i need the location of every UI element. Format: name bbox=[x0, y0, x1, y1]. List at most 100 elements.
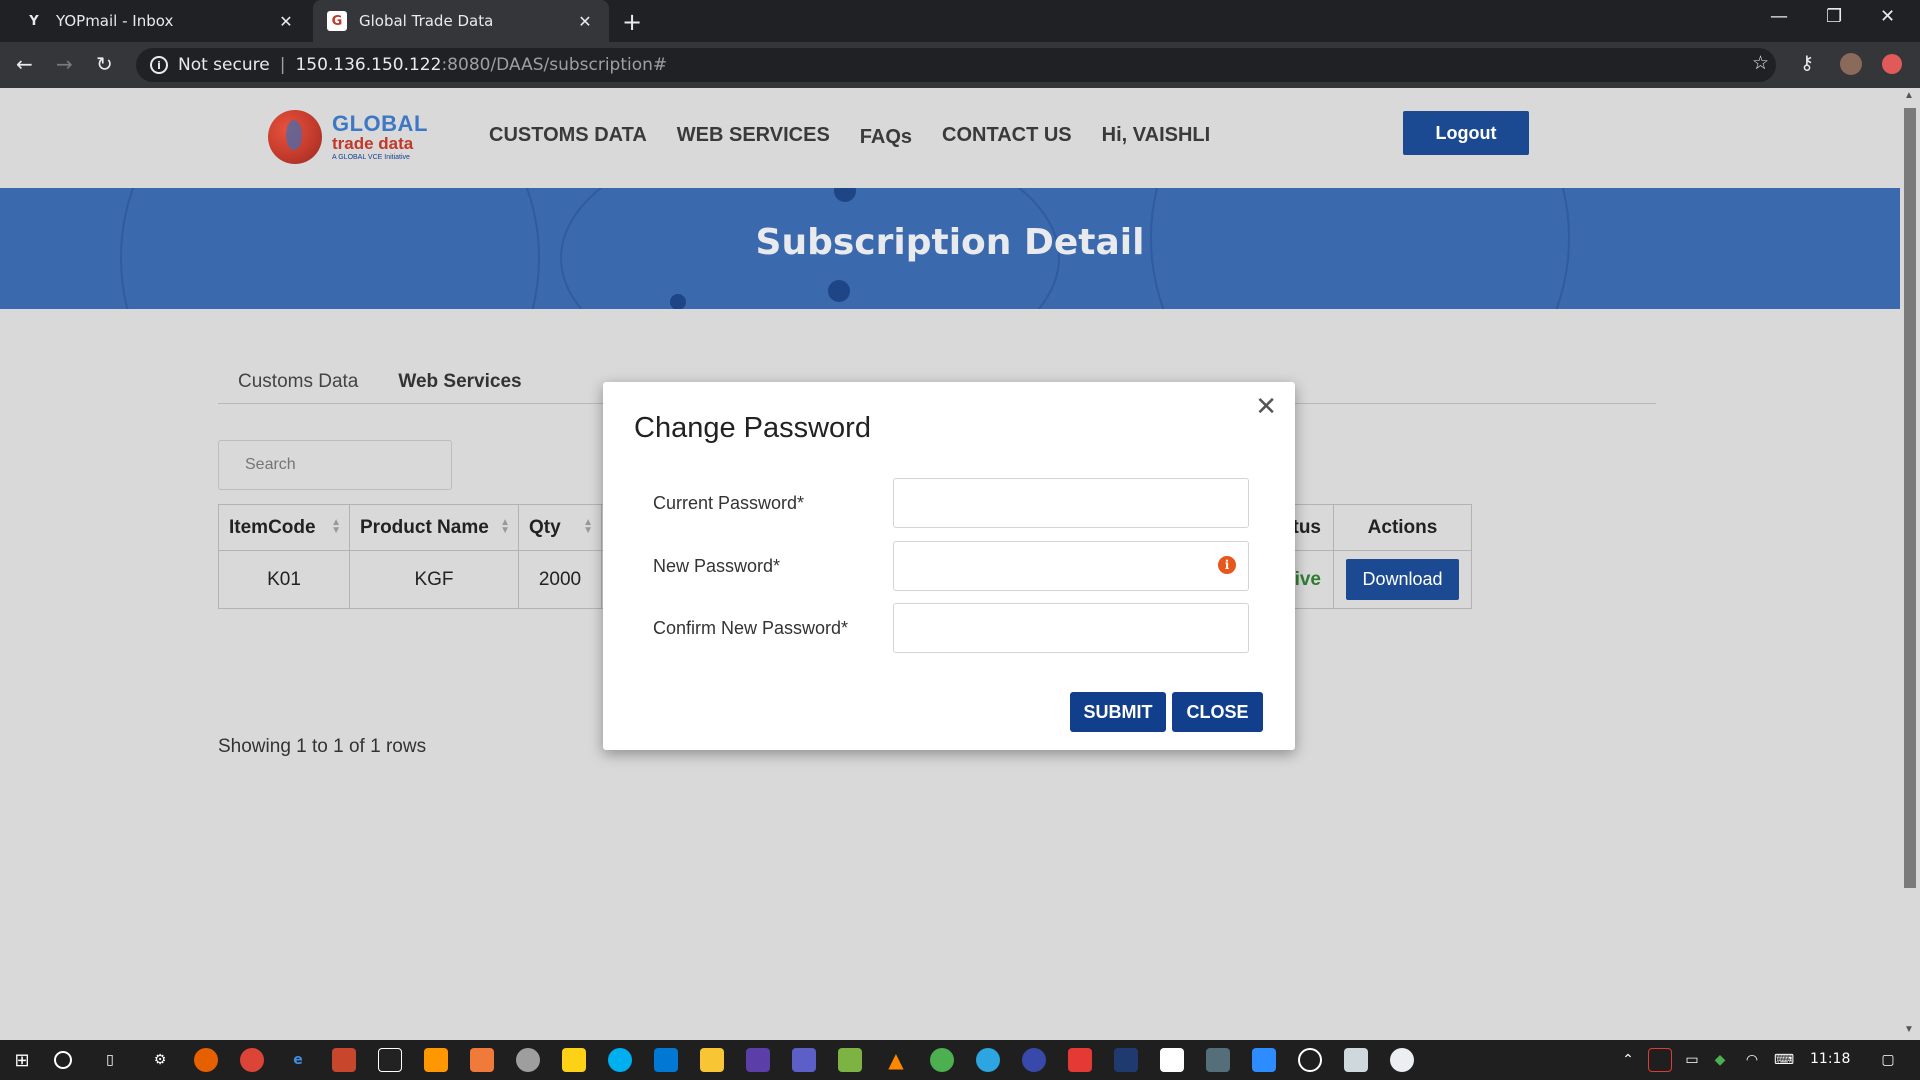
current-password-field[interactable] bbox=[893, 478, 1249, 528]
file-explorer-icon[interactable] bbox=[700, 1048, 724, 1072]
browser-tab-yopmail[interactable]: Y YOPmail - Inbox ✕ bbox=[10, 0, 310, 42]
search-input[interactable] bbox=[218, 440, 452, 490]
download-button[interactable]: Download bbox=[1346, 559, 1459, 600]
logo-line2: trade data bbox=[332, 134, 414, 153]
shield-icon[interactable]: ◆ bbox=[1708, 1048, 1732, 1072]
scroll-up-icon[interactable]: ▲ bbox=[1904, 90, 1914, 101]
window-close-icon[interactable]: ✕ bbox=[1880, 6, 1895, 27]
header-label: Actions bbox=[1367, 516, 1438, 538]
info-warning-icon[interactable]: i bbox=[1218, 556, 1236, 574]
current-password-label: Current Password* bbox=[653, 492, 805, 513]
vlc-icon[interactable]: ▲ bbox=[884, 1048, 908, 1072]
new-password-field[interactable]: i bbox=[893, 541, 1249, 591]
close-tab-icon[interactable]: ✕ bbox=[575, 12, 595, 31]
url-bar[interactable]: i Not secure | 150.136.150.122 :8080/DAA… bbox=[136, 48, 1776, 82]
minimize-icon[interactable]: — bbox=[1770, 6, 1788, 27]
close-tab-icon[interactable]: ✕ bbox=[276, 12, 296, 31]
page-scrollbar[interactable]: ▲ ▼ bbox=[1900, 88, 1920, 1040]
yopmail-favicon-icon: Y bbox=[29, 13, 39, 29]
scroll-down-icon[interactable]: ▼ bbox=[1904, 1024, 1914, 1035]
logout-button[interactable]: Logout bbox=[1403, 111, 1529, 155]
keyboard-icon[interactable]: ⌨ bbox=[1772, 1048, 1796, 1072]
spreadsheet-icon[interactable] bbox=[838, 1048, 862, 1072]
cell-itemcode: K01 bbox=[218, 550, 350, 609]
app-icon[interactable] bbox=[1344, 1048, 1368, 1072]
app-icon[interactable] bbox=[378, 1048, 402, 1072]
outlook-icon[interactable] bbox=[654, 1048, 678, 1072]
windows-start-icon[interactable]: ⊞ bbox=[10, 1048, 34, 1072]
tab-customs-data[interactable]: Customs Data bbox=[218, 360, 378, 403]
logo-line3: A GLOBAL VCE Initiative bbox=[332, 154, 410, 161]
browser-tab-global-trade[interactable]: G Global Trade Data ✕ bbox=[313, 0, 609, 42]
forward-icon[interactable]: → bbox=[56, 52, 73, 76]
notifications-icon[interactable]: ▢ bbox=[1876, 1048, 1900, 1072]
app-icon[interactable] bbox=[1298, 1048, 1322, 1072]
app-icon[interactable] bbox=[332, 1048, 356, 1072]
modal-close-icon[interactable]: ✕ bbox=[1255, 392, 1277, 422]
app-icon[interactable] bbox=[1114, 1048, 1138, 1072]
header-itemcode[interactable]: ItemCode ▲ ▼ bbox=[218, 504, 350, 551]
sort-icon: ▲ ▼ bbox=[331, 517, 341, 536]
confirm-password-label: Confirm New Password* bbox=[653, 617, 849, 638]
sublime-icon[interactable] bbox=[424, 1048, 448, 1072]
header-actions: Actions bbox=[1333, 504, 1472, 551]
info-icon[interactable]: i bbox=[150, 56, 168, 74]
decor-dot bbox=[670, 294, 686, 309]
cortana-search-icon[interactable] bbox=[54, 1051, 72, 1069]
app-icon[interactable] bbox=[1022, 1048, 1046, 1072]
tab-web-services[interactable]: Web Services bbox=[378, 360, 541, 403]
submit-button[interactable]: SUBMIT bbox=[1070, 692, 1166, 732]
task-view-icon[interactable]: ▯ bbox=[98, 1048, 122, 1072]
tray-chevron-icon[interactable]: ⌃ bbox=[1616, 1048, 1640, 1072]
battery-icon[interactable]: ▭ bbox=[1680, 1048, 1704, 1072]
user-greeting[interactable]: Hi, VAISHLI bbox=[1102, 124, 1211, 149]
app-icon[interactable] bbox=[516, 1048, 540, 1072]
edge-icon[interactable]: e bbox=[286, 1048, 310, 1072]
divider: | bbox=[279, 55, 286, 75]
new-password-label: New Password* bbox=[653, 555, 781, 576]
app-icon[interactable] bbox=[1068, 1048, 1092, 1072]
header-product-name[interactable]: Product Name ▲ ▼ bbox=[349, 504, 519, 551]
header-qty[interactable]: Qty ▲ ▼ bbox=[518, 504, 602, 551]
nav-contact-us[interactable]: CONTACT US bbox=[942, 124, 1072, 149]
nav-customs-data[interactable]: CUSTOMS DATA bbox=[489, 124, 647, 149]
page-title: Subscription Detail bbox=[755, 222, 1145, 263]
globaltrade-favicon-icon: G bbox=[327, 11, 347, 31]
app-icon[interactable] bbox=[1206, 1048, 1230, 1072]
site-logo[interactable]: GLOBAL trade data A GLOBAL VCE Initiativ… bbox=[268, 110, 428, 164]
zoom-icon[interactable] bbox=[1252, 1048, 1276, 1072]
confirm-password-field[interactable] bbox=[893, 603, 1249, 653]
main-nav: CUSTOMS DATA WEB SERVICES FAQs CONTACT U… bbox=[489, 124, 1240, 149]
teams-icon[interactable] bbox=[792, 1048, 816, 1072]
skype-icon[interactable] bbox=[608, 1048, 632, 1072]
back-icon[interactable]: ← bbox=[16, 52, 33, 76]
cell-qty: 2000 bbox=[518, 550, 602, 609]
nav-faqs[interactable]: FAQs bbox=[860, 126, 912, 149]
telegram-icon[interactable] bbox=[976, 1048, 1000, 1072]
wifi-icon[interactable]: ◠ bbox=[1740, 1048, 1764, 1072]
change-password-modal: ✕ Change Password Current Password* New … bbox=[603, 382, 1295, 750]
key-icon[interactable]: ⚷ bbox=[1800, 52, 1814, 74]
reload-icon[interactable]: ↻ bbox=[96, 52, 113, 76]
nav-web-services[interactable]: WEB SERVICES bbox=[677, 124, 830, 149]
app-icon[interactable] bbox=[470, 1048, 494, 1072]
firefox-icon[interactable] bbox=[194, 1048, 218, 1072]
app-icon[interactable] bbox=[1160, 1048, 1184, 1072]
app-icon[interactable] bbox=[1390, 1048, 1414, 1072]
settings-gear-icon[interactable]: ⚙ bbox=[148, 1048, 172, 1072]
app-icon[interactable] bbox=[930, 1048, 954, 1072]
profile-avatar-icon[interactable] bbox=[1840, 53, 1862, 75]
scrollbar-thumb[interactable] bbox=[1904, 108, 1916, 888]
header-label: Product Name bbox=[360, 516, 489, 538]
sticky-notes-icon[interactable] bbox=[562, 1048, 586, 1072]
bookmark-star-icon[interactable]: ☆ bbox=[1752, 52, 1769, 74]
close-button[interactable]: CLOSE bbox=[1172, 692, 1263, 732]
restore-icon[interactable]: ❐ bbox=[1826, 6, 1842, 27]
tray-icon[interactable] bbox=[1648, 1048, 1672, 1072]
chrome-icon[interactable] bbox=[240, 1048, 264, 1072]
app-icon[interactable] bbox=[746, 1048, 770, 1072]
clock[interactable]: 11:18 bbox=[1810, 1051, 1850, 1067]
extension-icon[interactable] bbox=[1882, 54, 1902, 74]
browser-address-bar: ← → ↻ i Not secure | 150.136.150.122 :80… bbox=[0, 42, 1920, 88]
new-tab-button[interactable]: + bbox=[622, 8, 642, 36]
